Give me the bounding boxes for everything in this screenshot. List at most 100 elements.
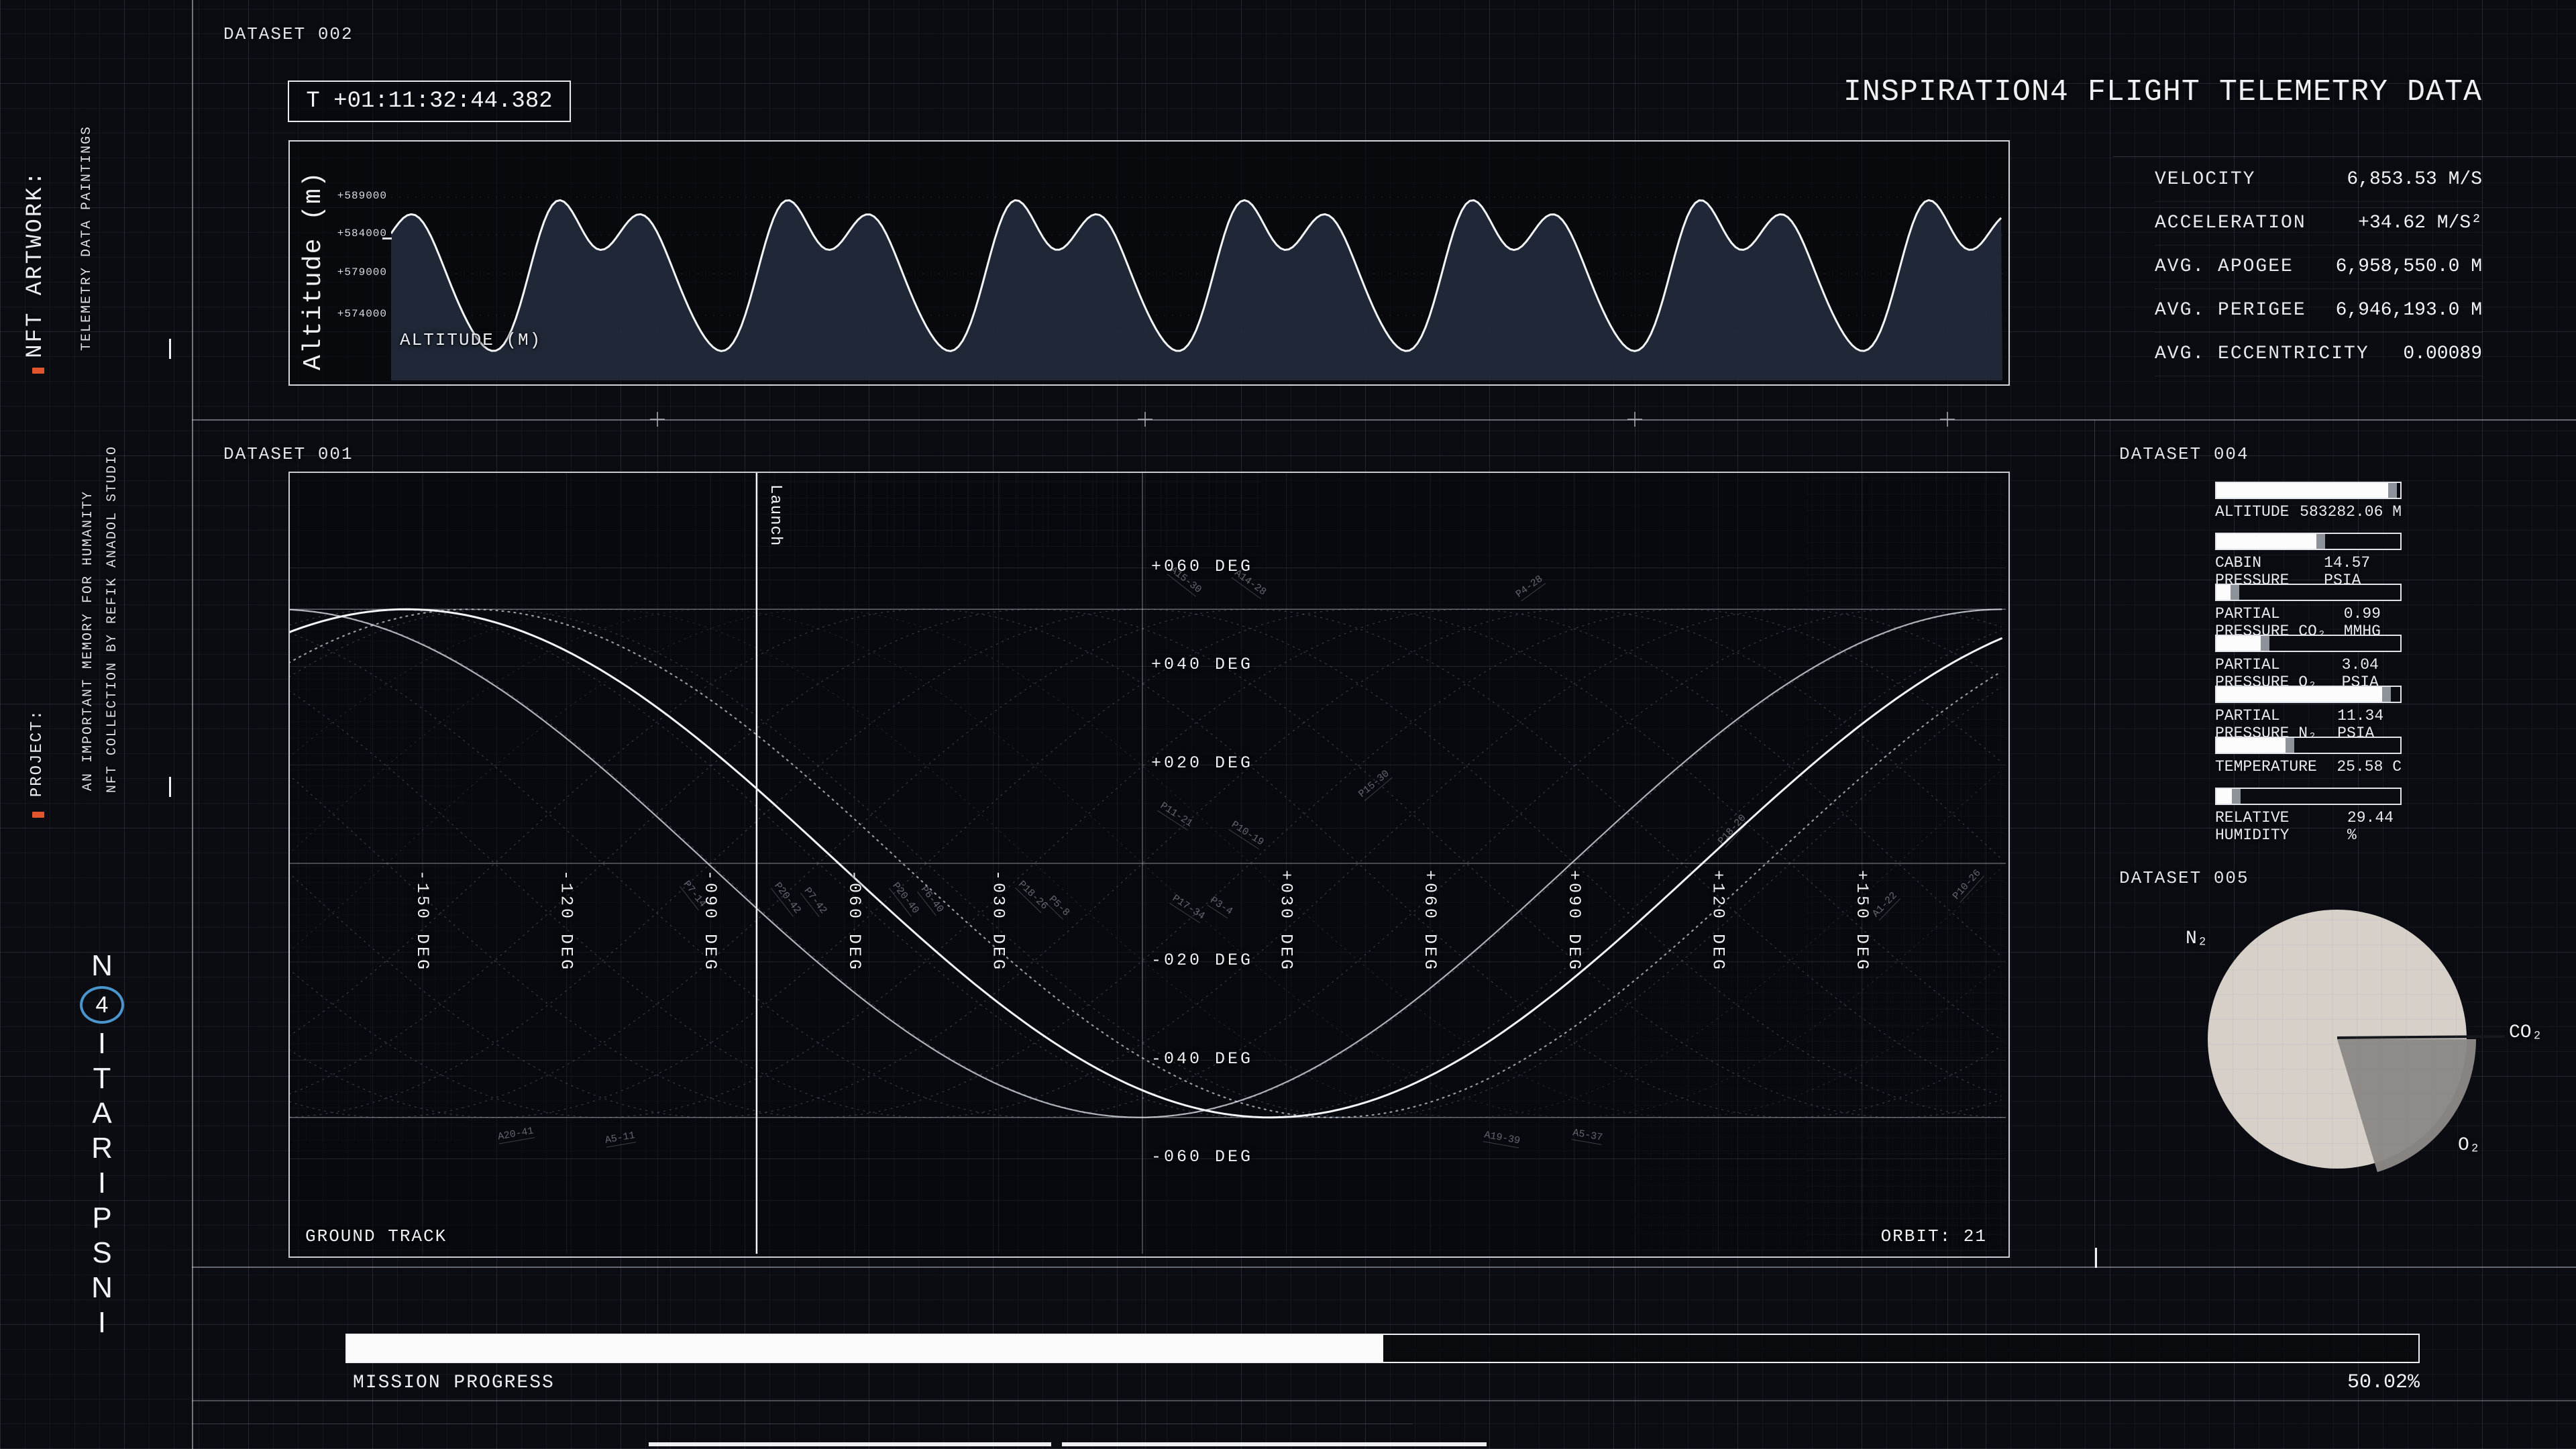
gauge-label: RELATIVE HUMIDITY bbox=[2215, 809, 2347, 844]
stat-row: ACCELERATION +34.62 M/S² bbox=[2155, 201, 2482, 246]
gauge-marker bbox=[2261, 636, 2269, 651]
sidebar-nft-artwork-subtitle: TELEMETRY DATA PAINTINGS bbox=[79, 125, 95, 351]
gauge-marker bbox=[2231, 585, 2239, 600]
altitude-y-tick: +584000 bbox=[293, 227, 387, 239]
ground-track-plot bbox=[290, 473, 2006, 1254]
gauge-bar bbox=[2215, 584, 2402, 601]
altitude-y-tick: +579000 bbox=[293, 266, 387, 278]
stat-label: ACCELERATION bbox=[2155, 213, 2306, 233]
sidebar-project-line1: AN IMPORTANT MEMORY FOR HUMANITY bbox=[80, 490, 96, 791]
stat-value: 0.00089 bbox=[2403, 343, 2482, 364]
crosshair-mark bbox=[1138, 412, 1152, 427]
longitude-tick-label: -030 DEG bbox=[988, 870, 1008, 972]
dataset-002-label: DATASET 002 bbox=[223, 24, 354, 44]
sidebar-tick bbox=[169, 339, 171, 359]
longitude-tick-label: -150 DEG bbox=[413, 870, 432, 972]
gauge-value: 29.44 % bbox=[2347, 809, 2402, 844]
gauge-bar bbox=[2215, 788, 2402, 805]
longitude-tick-label: -120 DEG bbox=[557, 870, 576, 972]
orange-bullet-icon bbox=[32, 368, 44, 374]
longitude-tick-label: +060 DEG bbox=[1420, 870, 1440, 972]
section-divider-bottom bbox=[192, 1267, 2576, 1268]
mission-clock: T +01:11:32:44.382 bbox=[288, 80, 571, 122]
gauge-bar bbox=[2215, 635, 2402, 652]
latitude-tick-label: -040 DEG bbox=[1151, 1049, 1253, 1069]
pie-label-n2: N₂ bbox=[2186, 928, 2208, 949]
divider-tick bbox=[2095, 1248, 2097, 1268]
stat-value: 6,946,193.0 M bbox=[2336, 300, 2482, 321]
logo-letter: S bbox=[92, 1236, 111, 1271]
page-title: INSPIRATION4 FLIGHT TELEMETRY DATA bbox=[1543, 75, 2482, 109]
pie-grid-overlay bbox=[2208, 910, 2467, 1169]
longitude-tick-label: +090 DEG bbox=[1564, 870, 1584, 972]
gauge-bar bbox=[2215, 686, 2402, 703]
gauge-marker bbox=[2232, 789, 2241, 804]
sidebar-project-line2: NFT COLLECTION BY REFIK ANADOL STUDIO bbox=[105, 445, 120, 793]
stat-label: VELOCITY bbox=[2155, 169, 2255, 190]
logo-letter: P bbox=[92, 1201, 111, 1236]
stats-top-line bbox=[2113, 156, 2576, 157]
scrubber-segment bbox=[649, 1442, 1051, 1446]
longitude-tick-label: +120 DEG bbox=[1708, 870, 1727, 972]
gauge-marker bbox=[2388, 483, 2397, 498]
sidebar-nft-artwork-heading: NFT ARTWORK: bbox=[23, 170, 48, 358]
logo-letter: R bbox=[91, 1131, 113, 1166]
stat-label: AVG. PERIGEE bbox=[2155, 300, 2306, 321]
stat-label: AVG. APOGEE bbox=[2155, 256, 2294, 277]
mission-progress-fill bbox=[347, 1335, 1383, 1362]
gauge-fill bbox=[2216, 789, 2232, 804]
altitude-series-label: ALTITUDE (M) bbox=[400, 330, 541, 350]
longitude-tick-label: -090 DEG bbox=[700, 870, 720, 972]
orbit-counter: ORBIT: 21 bbox=[1652, 1226, 1987, 1246]
latitude-tick-label: +020 DEG bbox=[1151, 753, 1253, 773]
latitude-tick-label: +040 DEG bbox=[1151, 655, 1253, 674]
longitude-tick-label: +030 DEG bbox=[1277, 870, 1296, 972]
logo-letter: I bbox=[98, 1166, 106, 1201]
mission-progress-label: MISSION PROGRESS bbox=[353, 1373, 555, 1393]
gauge-fill bbox=[2216, 636, 2261, 651]
logo-letter: A bbox=[92, 1096, 111, 1131]
gauge-fill bbox=[2216, 534, 2316, 549]
stat-value: 6,853.53 M/S bbox=[2347, 169, 2482, 190]
gauge-marker bbox=[2316, 534, 2325, 549]
gauge-marker bbox=[2382, 687, 2391, 702]
dataset-005-label: DATASET 005 bbox=[2119, 868, 2249, 888]
ground-track-caption: GROUND TRACK bbox=[305, 1226, 447, 1246]
latitude-tick-label: -060 DEG bbox=[1151, 1147, 1253, 1167]
footer-divider bbox=[192, 1400, 2576, 1401]
inspiration4-logo: N4ITARIPSNI bbox=[78, 949, 126, 1340]
altitude-y-tick: +574000 bbox=[293, 308, 387, 320]
logo-letter: I bbox=[98, 1026, 106, 1061]
latitude-tick-label: -020 DEG bbox=[1151, 951, 1253, 970]
gauge-value: 25.58 C bbox=[2337, 758, 2402, 775]
sidebar-project-heading: PROJECT: bbox=[28, 709, 46, 797]
launch-marker-label: Launch bbox=[766, 484, 784, 546]
sidebar-divider bbox=[192, 0, 193, 1449]
panel-divider bbox=[2094, 419, 2095, 1267]
orange-bullet-icon bbox=[32, 812, 44, 818]
gauge-bar bbox=[2215, 737, 2402, 754]
stat-value: 6,958,550.0 M bbox=[2336, 256, 2482, 277]
gauge-caption: RELATIVE HUMIDITY29.44 % bbox=[2215, 809, 2402, 844]
altitude-waveform bbox=[391, 143, 2002, 380]
sidebar-tick bbox=[169, 777, 171, 797]
stat-row: VELOCITY 6,853.53 M/S bbox=[2155, 158, 2482, 202]
logo-letter: T bbox=[93, 1061, 111, 1096]
logo-letter: N bbox=[91, 1271, 113, 1305]
scrubber-segment bbox=[1062, 1442, 1487, 1446]
crosshair-mark bbox=[650, 412, 665, 427]
gauge-value: 583282.06 M bbox=[2300, 503, 2402, 521]
section-divider-top bbox=[192, 419, 2576, 421]
gauge-bar bbox=[2215, 533, 2402, 550]
logo-circled-4: 4 bbox=[80, 986, 124, 1024]
stat-label: AVG. ECCENTRICITY bbox=[2155, 343, 2369, 364]
stat-row: AVG. PERIGEE 6,946,193.0 M bbox=[2155, 288, 2482, 333]
logo-letter: N bbox=[91, 949, 113, 983]
pie-label-o2: O₂ bbox=[2458, 1135, 2481, 1156]
stat-value: +34.62 M/S² bbox=[2358, 213, 2482, 233]
crosshair-mark bbox=[1627, 412, 1642, 427]
longitude-tick-label: +150 DEG bbox=[1852, 870, 1872, 972]
crosshair-mark bbox=[1940, 412, 1955, 427]
gauge-caption: ALTITUDE583282.06 M bbox=[2215, 503, 2402, 521]
gauge-marker bbox=[2286, 738, 2294, 753]
